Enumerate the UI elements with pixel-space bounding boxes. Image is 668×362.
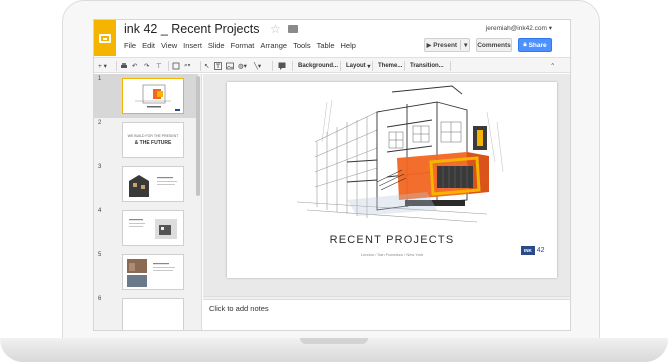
- menu-insert[interactable]: Insert: [183, 41, 202, 50]
- comments-button[interactable]: Comments: [476, 38, 512, 52]
- thumbnail-image[interactable]: [122, 78, 184, 114]
- background-button[interactable]: Background...: [298, 61, 338, 71]
- image-icon[interactable]: [226, 61, 234, 71]
- line-icon[interactable]: ╲▾: [254, 61, 261, 71]
- menu-file[interactable]: File: [124, 41, 136, 50]
- user-email[interactable]: jeremiah@ink42.com ▾: [486, 24, 552, 32]
- textbox-icon[interactable]: [214, 61, 222, 71]
- document-title[interactable]: ink 42 _ Recent Projects: [124, 22, 260, 36]
- select-cursor-icon[interactable]: ↖: [204, 61, 209, 71]
- ink42-logo: INK 42: [521, 246, 545, 255]
- layout-button[interactable]: Layout ▾: [346, 61, 370, 71]
- share-button[interactable]: 🔒︎ Share: [518, 38, 552, 52]
- slide-thumbnail[interactable]: 3: [94, 164, 194, 206]
- filmstrip-scrollbar[interactable]: [196, 76, 200, 196]
- thumbnail-image[interactable]: [122, 254, 184, 290]
- slide-filmstrip: 1 2 WE BUILD FOR THE PRESENT & THE FUTUR…: [94, 74, 202, 330]
- print-icon[interactable]: [120, 61, 128, 71]
- present-button[interactable]: ▶ Present ▾: [424, 38, 470, 52]
- speaker-notes[interactable]: Click to add notes: [203, 300, 570, 330]
- shape-icon[interactable]: ◍▾: [238, 61, 247, 71]
- menu-format[interactable]: Format: [231, 41, 255, 50]
- slide-subtitle[interactable]: London / San Francisco / New York: [227, 252, 557, 257]
- slide-thumbnail[interactable]: 4: [94, 208, 194, 250]
- zoom-fit-icon[interactable]: [172, 61, 180, 71]
- menu-edit[interactable]: Edit: [142, 41, 155, 50]
- thumbnail-image[interactable]: WE BUILD FOR THE PRESENT & THE FUTURE: [122, 122, 184, 158]
- menu-slide[interactable]: Slide: [208, 41, 225, 50]
- app-window: ink 42 _ Recent Projects ☆ File Edit Vie…: [93, 19, 571, 331]
- thumbnail-image[interactable]: [122, 210, 184, 246]
- menu-view[interactable]: View: [161, 41, 177, 50]
- folder-icon[interactable]: [288, 25, 298, 33]
- lock-icon: 🔒︎: [523, 41, 527, 48]
- building-sketch-illustration: [296, 85, 504, 223]
- undo-icon[interactable]: ↶: [132, 61, 137, 71]
- notes-placeholder[interactable]: Click to add notes: [209, 304, 269, 313]
- menu-table[interactable]: Table: [317, 41, 335, 50]
- play-icon: ▶: [426, 42, 432, 49]
- menu-help[interactable]: Help: [341, 41, 356, 50]
- slide-canvas[interactable]: RECENT PROJECTS London / San Francisco /…: [227, 82, 557, 278]
- slide-thumbnail[interactable]: 2 WE BUILD FOR THE PRESENT & THE FUTURE: [94, 120, 194, 162]
- new-slide-button[interactable]: + ▾: [98, 61, 107, 71]
- zoom-icon[interactable]: ⌕▾: [184, 61, 190, 71]
- menu-tools[interactable]: Tools: [293, 41, 311, 50]
- chevron-down-icon[interactable]: ▾: [464, 41, 467, 49]
- transition-button[interactable]: Transition...: [410, 61, 444, 71]
- app-header: ink 42 _ Recent Projects ☆ File Edit Vie…: [94, 20, 570, 56]
- laptop-frame: ink 42 _ Recent Projects ☆ File Edit Vie…: [62, 0, 600, 344]
- slide-canvas-area: RECENT PROJECTS London / San Francisco /…: [203, 74, 570, 296]
- slide-thumbnail[interactable]: 1: [94, 76, 194, 118]
- collapse-toolbar-icon[interactable]: ⌃: [550, 61, 555, 71]
- comment-icon[interactable]: [278, 61, 286, 71]
- redo-icon[interactable]: ↷: [144, 61, 149, 71]
- slides-logo-icon[interactable]: [94, 20, 116, 56]
- slide-title[interactable]: RECENT PROJECTS: [227, 234, 557, 246]
- star-icon[interactable]: ☆: [270, 22, 281, 36]
- theme-button[interactable]: Theme...: [378, 61, 402, 71]
- laptop-notch: [300, 338, 368, 344]
- menu-bar: File Edit View Insert Slide Format Arran…: [124, 41, 362, 50]
- menu-arrange[interactable]: Arrange: [260, 41, 287, 50]
- slide-thumbnail[interactable]: 6: [94, 296, 194, 330]
- thumbnail-image[interactable]: [122, 298, 184, 330]
- thumbnail-image[interactable]: [122, 166, 184, 202]
- toolbar: + ▾ ↶ ↷ ⊤ ⌕▾ ↖ ◍▾ ╲▾ Background... Layou…: [94, 57, 570, 73]
- slide-thumbnail[interactable]: 5: [94, 252, 194, 294]
- paint-format-icon[interactable]: ⊤: [156, 61, 162, 71]
